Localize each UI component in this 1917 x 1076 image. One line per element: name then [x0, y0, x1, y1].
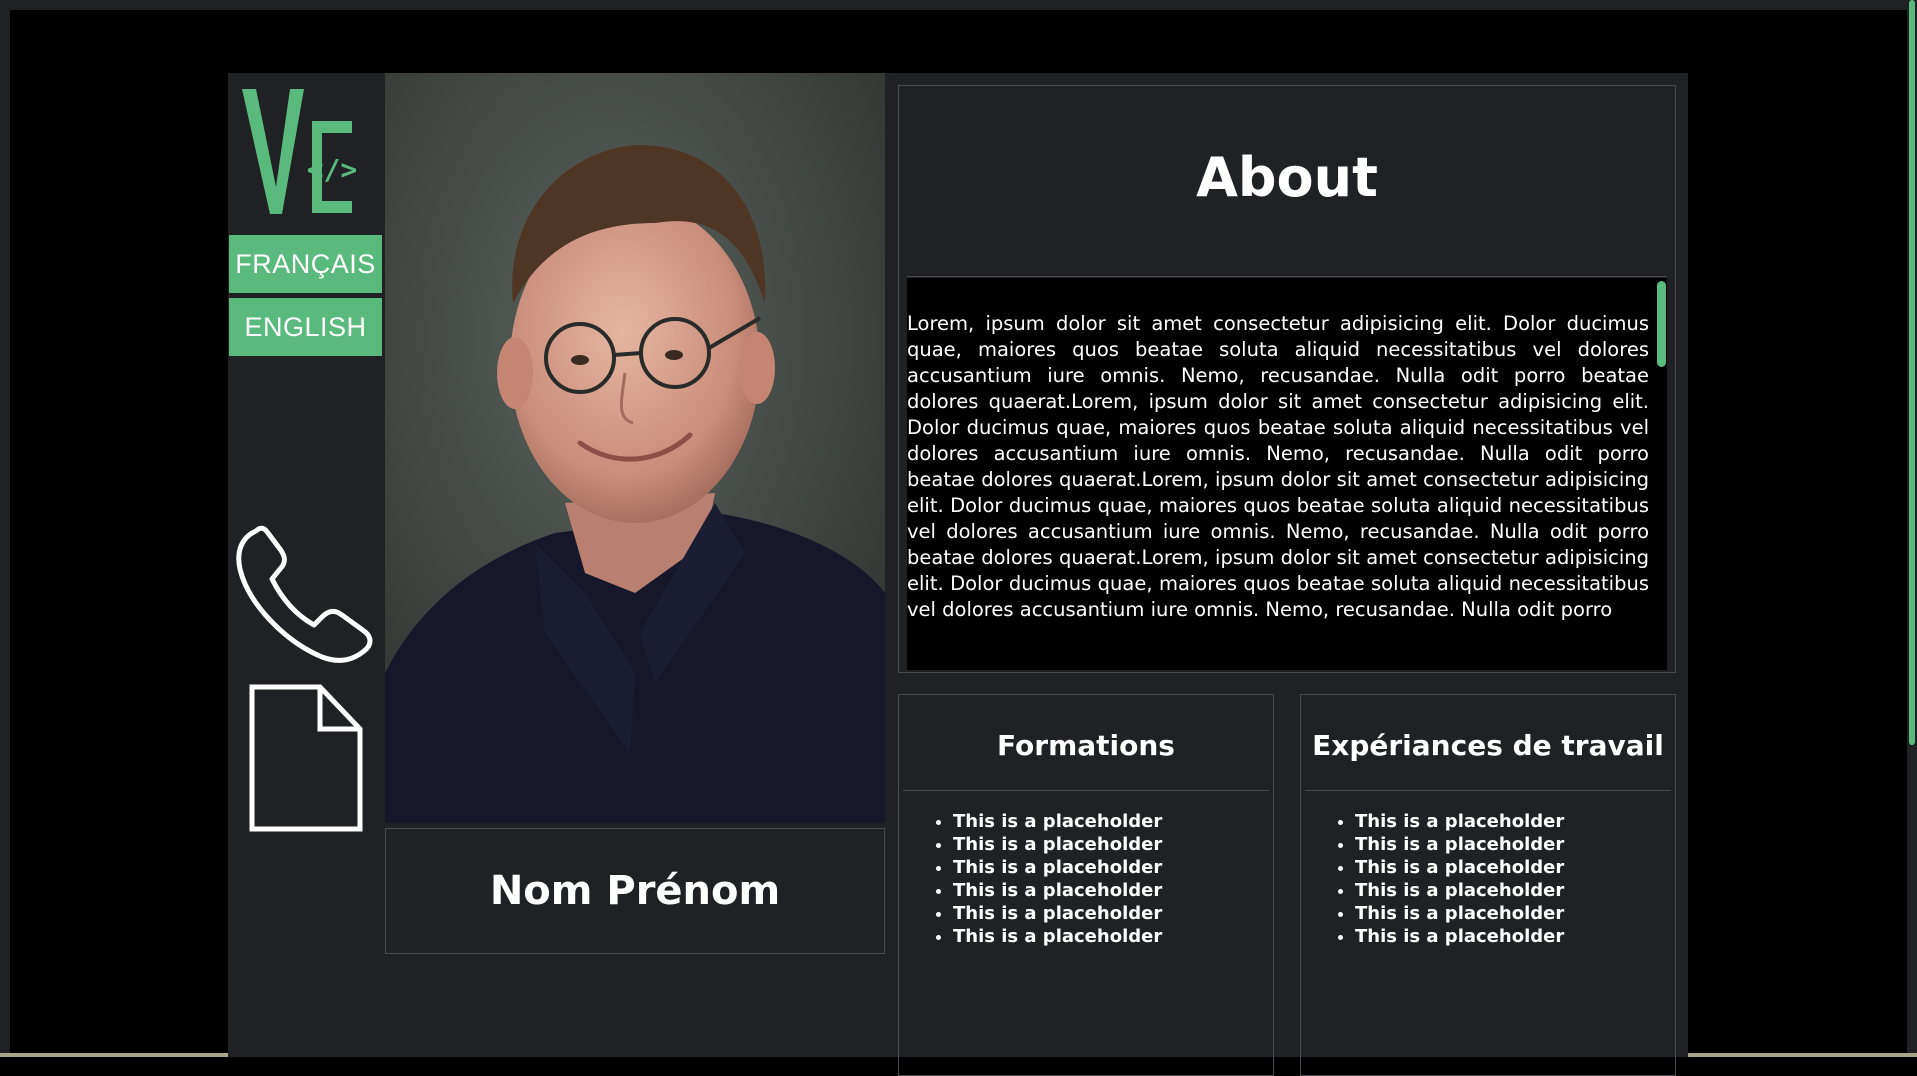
list-item: This is a placeholder [1355, 810, 1564, 833]
language-button-english[interactable]: ENGLISH [229, 298, 382, 356]
experiences-title: Expériances de travail [1312, 729, 1664, 762]
about-title: About [1196, 146, 1378, 209]
about-section: About Lorem, ipsum dolor sit amet consec… [898, 85, 1676, 673]
svg-text:</>: </> [307, 153, 358, 186]
cv-card: </> FRANÇAIS ENGLISH Nom Prénom About Lo… [228, 73, 1688, 1076]
list-item: This is a placeholder [953, 810, 1162, 833]
formations-divider [903, 790, 1269, 791]
phone-icon[interactable] [234, 523, 376, 665]
about-text: Lorem, ipsum dolor sit amet consectetur … [907, 312, 1649, 621]
list-item: This is a placeholder [1355, 856, 1564, 879]
browser-frame-top [0, 0, 1917, 10]
page-scrollbar[interactable] [1909, 0, 1915, 745]
name-box: Nom Prénom [385, 828, 885, 954]
language-button-french[interactable]: FRANÇAIS [229, 235, 382, 293]
vc-code-logo: </> [242, 89, 358, 214]
list-item: This is a placeholder [1355, 925, 1564, 948]
formations-list: This is a placeholder This is a placehol… [899, 810, 1162, 948]
browser-frame-left [0, 0, 10, 1057]
formations-section: Formations This is a placeholder This is… [898, 694, 1274, 1076]
list-item: This is a placeholder [1355, 879, 1564, 902]
list-item: This is a placeholder [1355, 902, 1564, 925]
about-scroll-area[interactable]: Lorem, ipsum dolor sit amet consectetur … [907, 278, 1667, 670]
experiences-section: Expériances de travail This is a placeho… [1300, 694, 1676, 1076]
about-divider [907, 276, 1667, 277]
list-item: This is a placeholder [953, 879, 1162, 902]
document-icon[interactable] [248, 683, 364, 833]
formations-title: Formations [997, 729, 1175, 762]
profile-name: Nom Prénom [489, 868, 781, 914]
experiences-list: This is a placeholder This is a placehol… [1301, 810, 1564, 948]
experiences-divider [1305, 790, 1671, 791]
sidebar: </> FRANÇAIS ENGLISH [228, 73, 384, 1057]
list-item: This is a placeholder [953, 902, 1162, 925]
list-item: This is a placeholder [953, 925, 1162, 948]
list-item: This is a placeholder [953, 833, 1162, 856]
profile-photo [385, 73, 885, 823]
list-item: This is a placeholder [953, 856, 1162, 879]
about-scrollbar-thumb[interactable] [1657, 281, 1666, 367]
list-item: This is a placeholder [1355, 833, 1564, 856]
